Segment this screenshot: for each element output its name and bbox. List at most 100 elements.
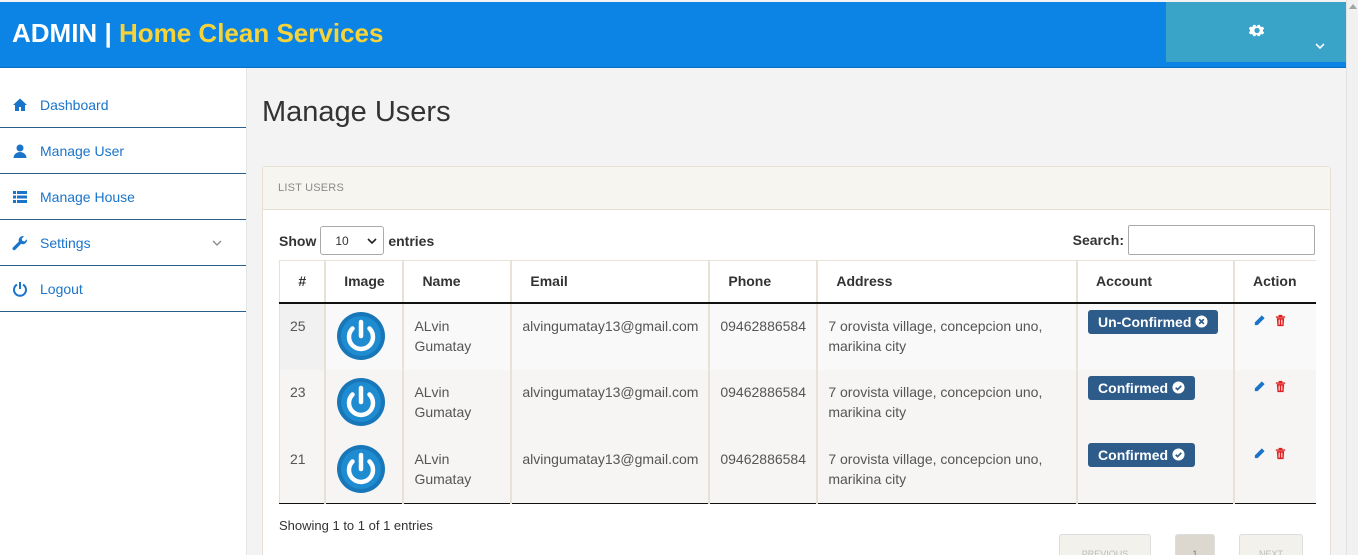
delete-icon[interactable] (1274, 447, 1287, 460)
edit-icon[interactable] (1253, 447, 1266, 460)
sidebar-item-label: Settings (40, 234, 91, 251)
column-header-name[interactable]: Name (402, 260, 512, 304)
x-circle-icon (1195, 315, 1208, 328)
table-row: 23 ALvin Gumatay alvingumatay13@gmail.com… (279, 369, 1316, 437)
account-status-badge[interactable]: Confirmed (1088, 375, 1196, 400)
badge-label: Confirmed (1098, 379, 1169, 396)
address-line-1: 7 orovista village, concepcion uno, (828, 450, 1043, 467)
row-image-cell (324, 436, 404, 504)
panel-title: LIST USERS (263, 167, 1330, 210)
row-actions (1232, 436, 1316, 504)
brand-name: Home Clean Services (118, 18, 384, 48)
users-table: # Image Name Email Phone Address Account… (279, 260, 1316, 504)
previous-page-button[interactable]: PREVIOUS (1059, 534, 1151, 555)
column-header-image[interactable]: Image (324, 260, 404, 304)
row-actions (1232, 369, 1316, 437)
chevron-down-icon (212, 240, 222, 246)
column-header-account[interactable]: Account (1076, 260, 1234, 304)
avatar (337, 444, 386, 493)
row-address: 7 orovista village, concepcion uno, marik… (816, 302, 1078, 370)
brand-separator: | (104, 18, 112, 48)
row-account: Confirmed (1076, 369, 1234, 437)
page-title: Manage Users (262, 96, 451, 128)
address-line-1: 7 orovista village, concepcion uno, (828, 317, 1043, 334)
row-account: Un-Confirmed (1076, 302, 1234, 370)
row-index: 21 (279, 436, 326, 504)
row-name: ALvin Gumatay (402, 302, 512, 370)
wrench-icon (12, 235, 27, 250)
brand[interactable]: ADMIN | Home Clean Services (12, 18, 383, 49)
address-line-2: marikina city (828, 470, 907, 487)
name-last: Gumatay (414, 470, 472, 487)
table-row: 25 ALvin Gumatay alvingumatay13@gmail.com… (279, 302, 1316, 370)
power-icon (13, 281, 27, 297)
row-phone: 09462886584 (708, 369, 818, 437)
sidebar-item-dashboard[interactable]: Dashboard (0, 68, 246, 128)
sidebar-item-logout[interactable]: Logout (0, 266, 246, 312)
column-header-index[interactable]: # (279, 260, 326, 304)
search-input[interactable] (1128, 225, 1315, 255)
address-line-1: 7 orovista village, concepcion uno, (828, 383, 1043, 400)
name-last: Gumatay (414, 337, 472, 354)
row-name: ALvin Gumatay (402, 436, 512, 504)
row-image-cell (324, 369, 404, 437)
check-circle-icon (1172, 381, 1185, 394)
scroll-up-arrow[interactable] (1349, 4, 1357, 9)
entries-select[interactable]: 10 (320, 226, 385, 255)
sidebar-item-label: Logout (40, 280, 83, 297)
row-address: 7 orovista village, concepcion uno, marik… (816, 369, 1078, 437)
top-navbar: ADMIN | Home Clean Services (0, 2, 1346, 68)
row-index: 23 (279, 369, 326, 437)
row-image-cell (324, 302, 404, 370)
page-scrollbar[interactable] (1346, 0, 1358, 555)
column-header-address[interactable]: Address (816, 260, 1078, 304)
brand-admin: ADMIN (12, 18, 98, 48)
chevron-down-icon (367, 238, 377, 245)
sidebar: Dashboard Manage User Manage House Setti… (0, 68, 247, 555)
column-header-phone[interactable]: Phone (708, 260, 818, 304)
sidebar-item-label: Manage User (40, 142, 125, 159)
badge-label: Un-Confirmed (1098, 313, 1192, 330)
pagination: PREVIOUS 1 NEXT (1059, 534, 1303, 555)
check-circle-icon (1172, 448, 1185, 461)
name-first: ALvin (414, 450, 450, 467)
entries-label: entries (388, 232, 435, 249)
table-info: Showing 1 to 1 of 1 entries (279, 518, 433, 533)
entries-length-control: Show 10 entries (279, 226, 434, 255)
table-row: 21 ALvin Gumatay alvingumatay13@gmail.com… (279, 436, 1316, 504)
avatar (337, 311, 386, 360)
edit-icon[interactable] (1253, 314, 1266, 327)
address-line-2: marikina city (828, 403, 907, 420)
name-first: ALvin (414, 317, 450, 334)
row-email: alvingumatay13@gmail.com (510, 369, 710, 437)
row-actions (1232, 302, 1316, 370)
delete-icon[interactable] (1274, 314, 1287, 327)
row-phone: 09462886584 (708, 436, 818, 504)
row-index: 25 (279, 302, 326, 370)
show-label: Show (279, 232, 317, 249)
sidebar-item-label: Manage House (40, 188, 135, 205)
account-status-badge[interactable]: Un-Confirmed (1088, 309, 1219, 334)
row-email: alvingumatay13@gmail.com (510, 302, 710, 370)
edit-icon[interactable] (1253, 380, 1266, 393)
avatar (337, 377, 386, 426)
account-status-badge[interactable]: Confirmed (1088, 442, 1196, 467)
sidebar-item-settings[interactable]: Settings (0, 220, 246, 266)
search-label: Search: (1072, 232, 1124, 248)
address-line-2: marikina city (828, 337, 907, 354)
sidebar-item-label: Dashboard (40, 96, 109, 113)
page-1-button[interactable]: 1 (1175, 534, 1215, 555)
list-icon (13, 190, 27, 203)
delete-icon[interactable] (1274, 380, 1287, 393)
chevron-down-icon (1315, 43, 1325, 50)
row-name: ALvin Gumatay (402, 369, 512, 437)
badge-label: Confirmed (1098, 446, 1169, 463)
column-header-action[interactable]: Action (1232, 260, 1316, 304)
gear-icon (1249, 24, 1265, 37)
column-header-email[interactable]: Email (510, 260, 710, 304)
row-account: Confirmed (1076, 436, 1234, 504)
sidebar-item-manage-house[interactable]: Manage House (0, 174, 246, 220)
sidebar-item-manage-user[interactable]: Manage User (0, 128, 246, 174)
next-page-button[interactable]: NEXT (1239, 534, 1303, 555)
user-menu-toggle[interactable] (1166, 2, 1346, 62)
